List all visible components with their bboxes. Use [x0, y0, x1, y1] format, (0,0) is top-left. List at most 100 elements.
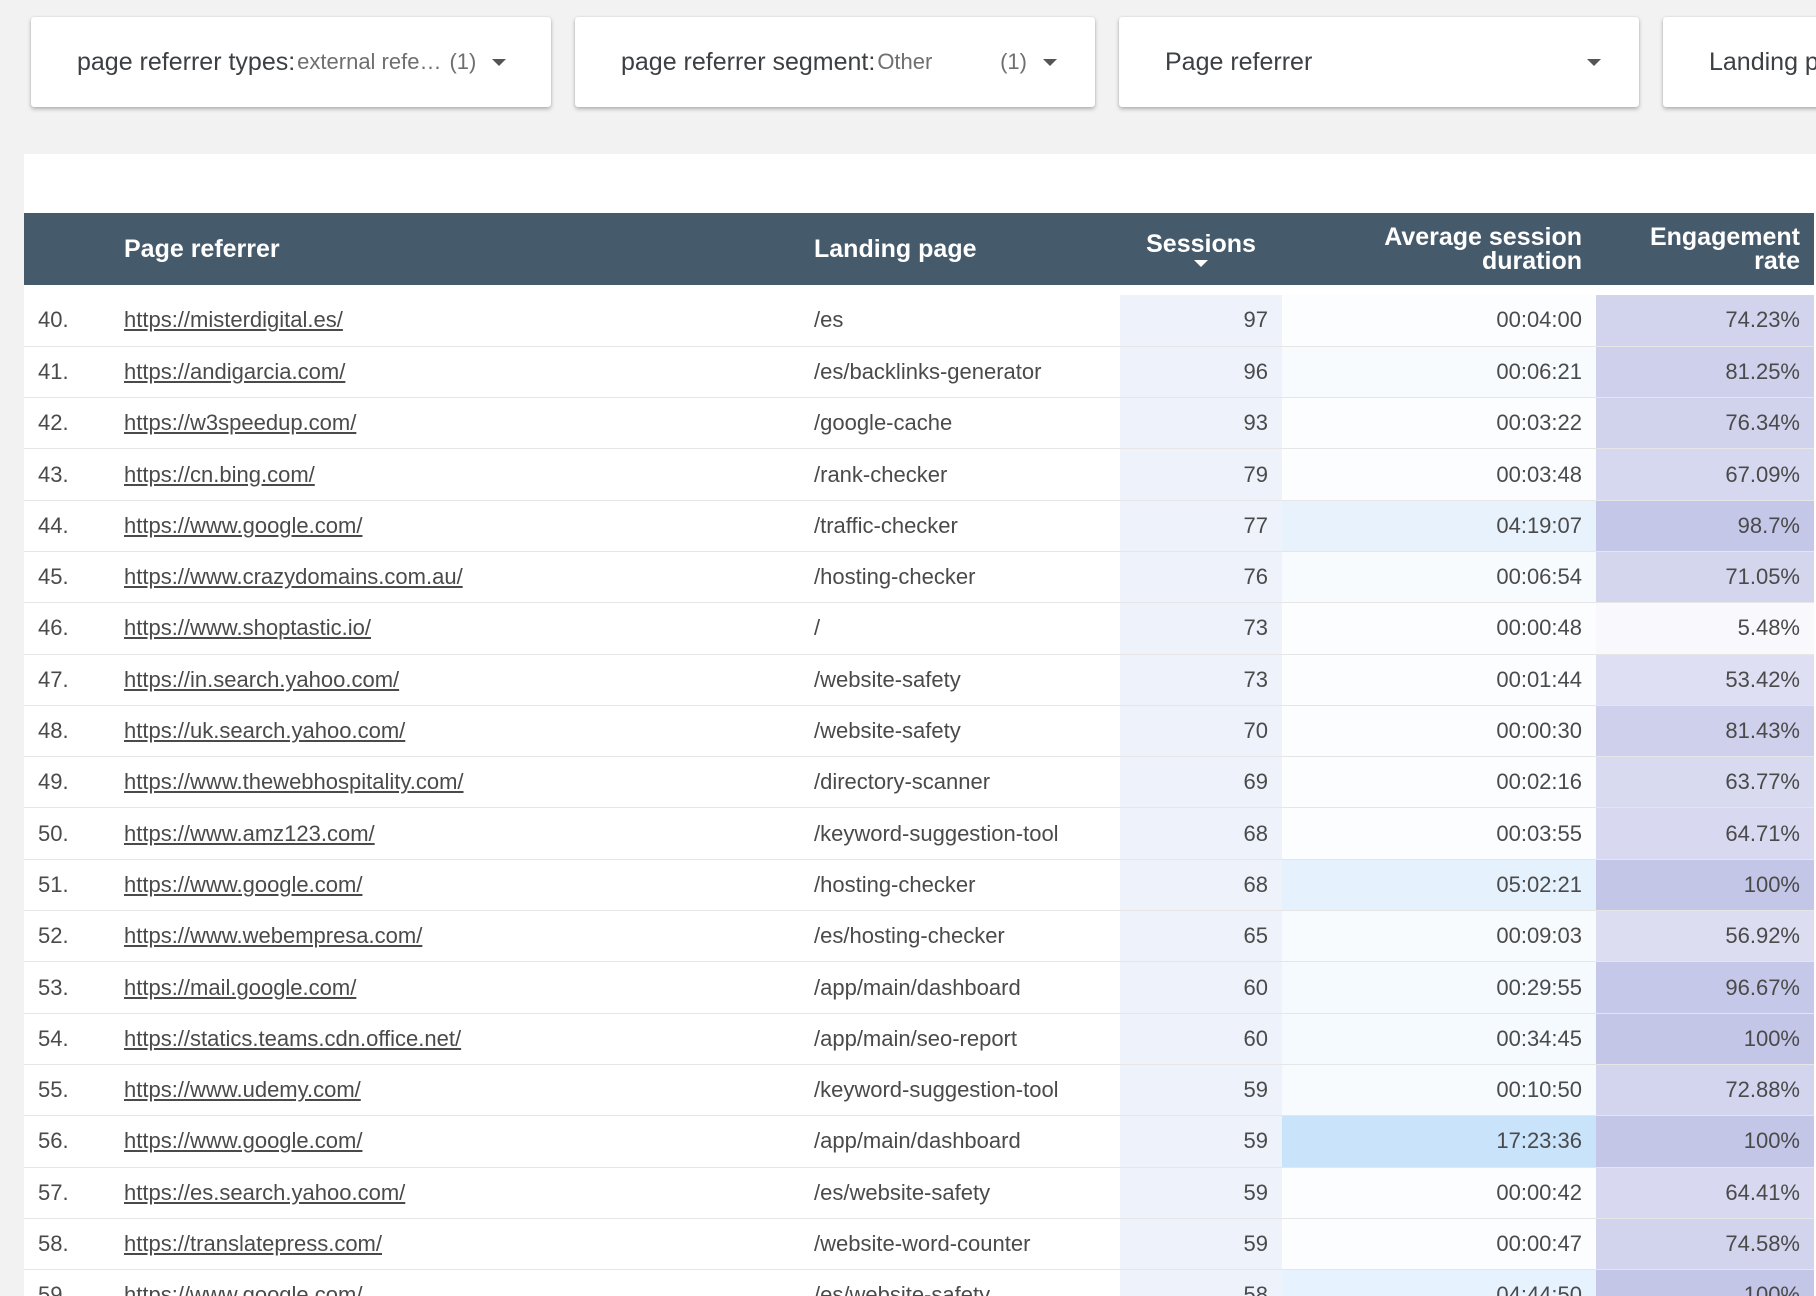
header-average-session-duration[interactable]: Average session duration	[1282, 213, 1596, 285]
data-table: Page referrer Landing page Sessions Aver…	[24, 213, 1814, 1296]
sessions-cell: 68	[1120, 807, 1282, 860]
row-index: 52.	[24, 910, 110, 963]
referrer-link[interactable]: https://www.google.com/	[124, 1282, 362, 1296]
landing-page-cell: /es/website-safety	[800, 1269, 1120, 1296]
duration-cell: 00:09:03	[1282, 910, 1596, 963]
referrer-cell: https://andigarcia.com/	[110, 346, 800, 399]
sessions-cell: 59	[1120, 1218, 1282, 1271]
engagement-cell: 100%	[1596, 1013, 1814, 1065]
referrer-cell: https://statics.teams.cdn.office.net/	[110, 1013, 800, 1065]
sessions-cell: 60	[1120, 961, 1282, 1014]
filter-landing-page[interactable]: Landing p	[1663, 17, 1816, 107]
engagement-cell: 96.67%	[1596, 961, 1814, 1014]
referrer-link[interactable]: https://mail.google.com/	[124, 975, 356, 1000]
filter-page-referrer[interactable]: Page referrer	[1119, 17, 1639, 107]
referrer-cell: https://in.search.yahoo.com/	[110, 654, 800, 706]
referrer-link[interactable]: https://cn.bing.com/	[124, 462, 315, 487]
landing-page-cell: /es/hosting-checker	[800, 910, 1120, 963]
row-index: 54.	[24, 1013, 110, 1065]
sessions-cell: 58	[1120, 1269, 1282, 1296]
engagement-cell: 100%	[1596, 859, 1814, 912]
referrer-link[interactable]: https://www.crazydomains.com.au/	[124, 564, 463, 589]
sessions-cell: 96	[1120, 346, 1282, 399]
table-row: 59. https://www.google.com/ /es/website-sa…	[24, 1269, 1814, 1296]
row-index: 40.	[24, 295, 110, 347]
engagement-cell: 5.48%	[1596, 602, 1814, 655]
duration-cell: 00:01:44	[1282, 654, 1596, 706]
engagement-cell: 100%	[1596, 1269, 1814, 1296]
referrer-link[interactable]: https://statics.teams.cdn.office.net/	[124, 1026, 461, 1051]
sessions-cell: 76	[1120, 551, 1282, 604]
filter-label: page referrer segment	[621, 47, 869, 76]
table-row: 55. https://www.udemy.com/ /keyword-sugges…	[24, 1064, 1814, 1117]
referrer-cell: https://www.google.com/	[110, 859, 800, 912]
row-index: 46.	[24, 602, 110, 655]
row-index: 49.	[24, 756, 110, 809]
row-index: 42.	[24, 397, 110, 450]
referrer-link[interactable]: https://www.amz123.com/	[124, 821, 375, 846]
header-sessions[interactable]: Sessions	[1120, 213, 1282, 285]
table-row: 56. https://www.google.com/ /app/main/dash…	[24, 1115, 1814, 1168]
table-row: 41. https://andigarcia.com/ /es/backlinks-…	[24, 346, 1814, 399]
referrer-link[interactable]: https://www.shoptastic.io/	[124, 615, 371, 640]
landing-page-cell: /rank-checker	[800, 448, 1120, 501]
engagement-cell: 64.41%	[1596, 1167, 1814, 1219]
landing-page-cell: /directory-scanner	[800, 756, 1120, 809]
table-row: 43. https://cn.bing.com/ /rank-checker 79 00…	[24, 448, 1814, 501]
engagement-cell: 100%	[1596, 1115, 1814, 1168]
row-index: 45.	[24, 551, 110, 604]
sessions-cell: 73	[1120, 602, 1282, 655]
landing-page-cell: /keyword-suggestion-tool	[800, 1064, 1120, 1117]
referrer-link[interactable]: https://www.google.com/	[124, 513, 362, 538]
header-landing-page[interactable]: Landing page	[800, 213, 1120, 285]
referrer-cell: https://es.search.yahoo.com/	[110, 1167, 800, 1219]
sessions-cell: 70	[1120, 705, 1282, 758]
referrer-link[interactable]: https://www.webempresa.com/	[124, 923, 422, 948]
referrer-link[interactable]: https://es.search.yahoo.com/	[124, 1180, 405, 1205]
duration-cell: 00:02:16	[1282, 756, 1596, 809]
referrer-cell: https://www.thewebhospitality.com/	[110, 756, 800, 809]
header-page-referrer[interactable]: Page referrer	[110, 213, 800, 285]
sessions-cell: 77	[1120, 500, 1282, 552]
caret-down-icon	[492, 58, 507, 66]
engagement-cell: 64.71%	[1596, 807, 1814, 860]
filter-page-referrer-segment[interactable]: page referrer segment: Other (1)	[575, 17, 1095, 107]
table-header-row: Page referrer Landing page Sessions Aver…	[24, 213, 1814, 285]
filter-value: external refe…	[297, 49, 442, 74]
referrer-link[interactable]: https://uk.search.yahoo.com/	[124, 718, 405, 743]
engagement-cell: 67.09%	[1596, 448, 1814, 501]
duration-cell: 00:29:55	[1282, 961, 1596, 1014]
engagement-cell: 63.77%	[1596, 756, 1814, 809]
filter-count: (1)	[449, 49, 477, 74]
table-row: 42. https://w3speedup.com/ /google-cache 93…	[24, 397, 1814, 450]
referrer-link[interactable]: https://www.thewebhospitality.com/	[124, 769, 464, 794]
referrer-link[interactable]: https://w3speedup.com/	[124, 410, 356, 435]
referrer-link[interactable]: https://www.google.com/	[124, 1128, 362, 1153]
table-row: 54. https://statics.teams.cdn.office.net/…	[24, 1013, 1814, 1065]
sessions-cell: 73	[1120, 654, 1282, 706]
referrer-link[interactable]: https://www.udemy.com/	[124, 1077, 361, 1102]
referrer-cell: https://www.udemy.com/	[110, 1064, 800, 1117]
referrer-link[interactable]: https://www.google.com/	[124, 872, 362, 897]
landing-page-cell: /keyword-suggestion-tool	[800, 807, 1120, 860]
table-row: 40. https://misterdigital.es/ /es 97 00:04:0…	[24, 295, 1814, 347]
landing-page-cell: /	[800, 602, 1120, 655]
table-row: 45. https://www.crazydomains.com.au/ /host…	[24, 551, 1814, 604]
header-engagement-rate[interactable]: Engagement rate	[1596, 213, 1814, 285]
landing-page-cell: /website-safety	[800, 705, 1120, 758]
filter-page-referrer-types[interactable]: page referrer types: external refe… (1)	[31, 17, 551, 107]
referrer-link[interactable]: https://translatepress.com/	[124, 1231, 382, 1256]
referrer-link[interactable]: https://andigarcia.com/	[124, 359, 345, 384]
duration-cell: 04:19:07	[1282, 500, 1596, 552]
duration-cell: 00:03:55	[1282, 807, 1596, 860]
duration-cell: 00:04:00	[1282, 295, 1596, 347]
referrer-link[interactable]: https://misterdigital.es/	[124, 307, 343, 332]
data-table-panel: Page referrer Landing page Sessions Aver…	[24, 154, 1816, 1296]
duration-cell: 17:23:36	[1282, 1115, 1596, 1168]
referrer-link[interactable]: https://in.search.yahoo.com/	[124, 667, 399, 692]
filter-label: Landing p	[1709, 47, 1816, 76]
duration-cell: 00:00:47	[1282, 1218, 1596, 1271]
sessions-cell: 97	[1120, 295, 1282, 347]
duration-cell: 04:44:50	[1282, 1269, 1596, 1296]
table-row: 46. https://www.shoptastic.io/ /73 00:00:48…	[24, 602, 1814, 655]
